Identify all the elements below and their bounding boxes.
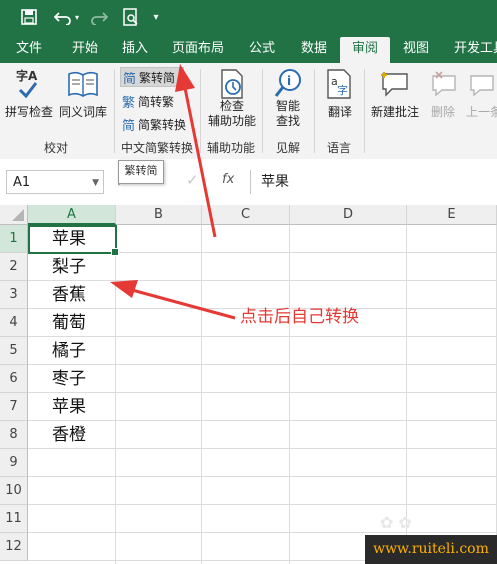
faint-watermark-logo: ✿ ✿	[380, 513, 412, 532]
watermark: www.ruiteli.com	[365, 535, 497, 564]
arrow-to-cells	[110, 280, 236, 320]
arrow-to-ribbon	[175, 64, 217, 238]
annotation-text: 点击后自己转换	[240, 307, 359, 327]
tooltip-trad-to-simp: 繁转简	[118, 160, 164, 184]
annotation-arrows	[110, 64, 236, 320]
